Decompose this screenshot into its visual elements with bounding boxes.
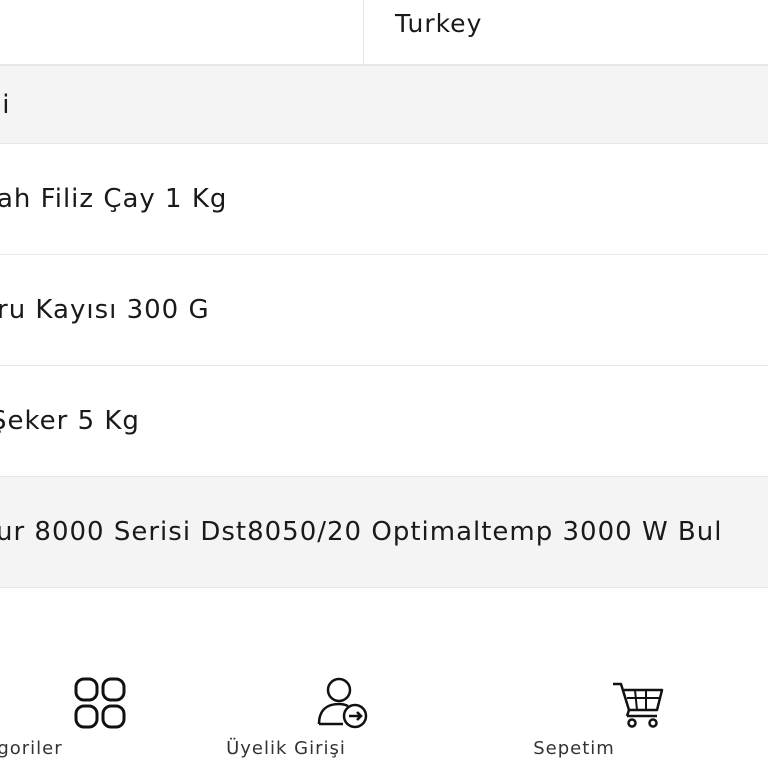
nav-cart-label: Sepetim <box>533 738 615 759</box>
nav-categories[interactable]: goriler <box>0 660 146 768</box>
nav-categories-label: goriler <box>0 738 63 759</box>
nav-cart[interactable]: Sepetim <box>474 660 674 768</box>
user-login-icon <box>317 677 368 729</box>
nav-login[interactable]: Üyelik Girişi <box>186 660 386 768</box>
list-item[interactable]: ah Filiz Çay 1 Kg <box>0 144 768 255</box>
list-item[interactable]: ur 8000 Serisi Dst8050/20 Optimaltemp 30… <box>0 477 768 588</box>
country-selector-row[interactable]: Turkey <box>0 0 768 66</box>
screen: Turkey li ah Filiz Çay 1 Kg ru Kayısı 30… <box>0 0 768 768</box>
cart-icon <box>613 682 664 728</box>
column-divider <box>363 0 364 64</box>
list-item[interactable]: ru Kayısı 300 G <box>0 255 768 366</box>
nav-login-label: Üyelik Girişi <box>226 738 346 759</box>
bottom-navigation: goriler Üyelik Girişi Sepetim <box>0 660 768 768</box>
list-item[interactable]: Şeker 5 Kg <box>0 366 768 477</box>
search-suggestion-list: li ah Filiz Çay 1 Kg ru Kayısı 300 G Şek… <box>0 66 768 588</box>
list-item-label: Şeker 5 Kg <box>0 406 140 436</box>
list-item-label: ur 8000 Serisi Dst8050/20 Optimaltemp 30… <box>0 517 723 547</box>
grid-icon <box>74 677 126 729</box>
country-value[interactable]: Turkey <box>395 6 482 42</box>
list-header-label: li <box>0 89 11 120</box>
list-item-label: ah Filiz Çay 1 Kg <box>0 184 228 214</box>
list-item-label: ru Kayısı 300 G <box>0 295 210 325</box>
list-header: li <box>0 66 768 144</box>
